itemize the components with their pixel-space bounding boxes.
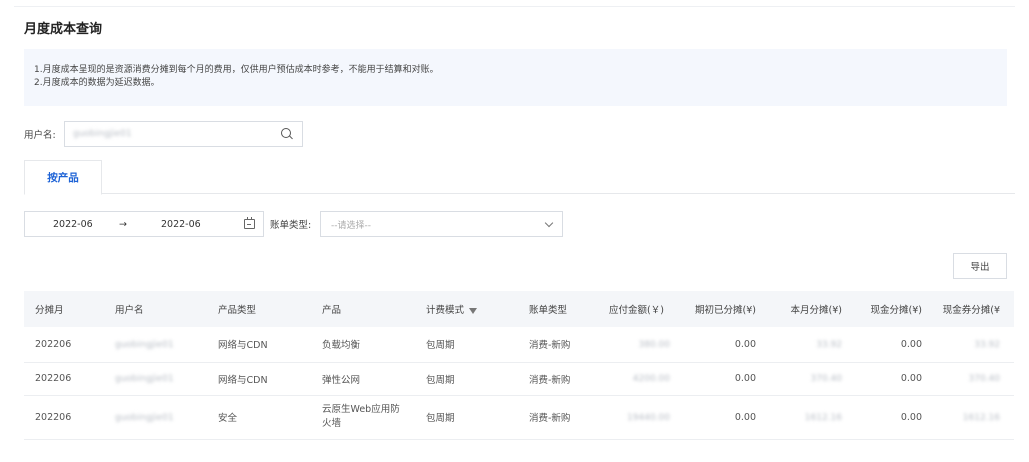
cell-bill-type: 消费-新购 [518,395,598,440]
col-header-monthly: 本月分摊(¥) [790,305,842,316]
cell-billing-mode: 包周期 [415,395,518,440]
filter-row: 2022-06 → 2022-06 账单类型: --请选择-- [24,211,563,237]
col-header-product: 产品 [322,305,342,316]
username-filter: 用户名: guobingjie01 [24,121,303,147]
date-start[interactable]: 2022-06 [53,219,119,230]
cell-cash: 0.00 [856,327,936,363]
notice-line-2: 2.月度成本的数据为延迟数据。 [34,78,160,88]
col-header-month: 分摊月 [35,305,64,316]
cell-billing-mode: 包周期 [415,362,518,396]
cell-username-value: guobingjie01 [115,412,174,423]
cell-bill-type: 消费-新购 [518,362,598,396]
cell-bill-type: 消费-新购 [518,327,598,363]
cell-product-type: 网络与CDN [207,362,311,396]
tab-bar: 按产品 [24,160,1015,195]
table-row: 202206 guobingjie01 安全 云原生Web应用防火墙 包周期 消… [24,395,1014,440]
cell-monthly-value: 1612.16 [804,412,842,423]
cell-payable: 380.00 [598,327,684,363]
search-icon[interactable] [280,127,294,141]
cell-coupon-value: 370.40 [968,374,1001,384]
cell-month: 202206 [24,362,104,396]
cell-product: 云原生Web应用防火墙 [311,395,415,440]
cell-month: 202206 [24,395,104,440]
cell-product: 负载均衡 [311,327,415,363]
cell-cash: 0.00 [856,362,936,396]
chevron-down-icon [544,218,554,227]
calendar-icon[interactable] [244,217,255,229]
cell-product: 弹性公网 [311,362,415,396]
cell-username: guobingjie01 [104,327,207,363]
username-input[interactable]: guobingjie01 [64,121,303,147]
col-header-payable: 应付金额(￥) [609,305,664,316]
username-label: 用户名: [24,130,56,141]
cell-coupon-value: 1612.16 [962,412,1000,423]
col-header-billing-mode[interactable]: 计费模式 [415,291,518,327]
bill-type-placeholder: --请选择-- [331,220,371,231]
cell-username: guobingjie01 [104,362,207,396]
notice-line-1: 1.月度成本呈现的是资源消费分摊到每个月的费用，仅供用户预估成本时参考，不能用于… [34,65,439,75]
cell-monthly: 370.40 [770,362,856,396]
cell-coupon: 370.40 [936,362,1014,396]
cost-table: 分摊月 用户名 产品类型 产品 计费模式 账单类型 应付金额(￥) 期初已分摊(… [24,291,1014,440]
col-header-opening: 期初已分摊(¥) [695,305,756,316]
cell-product-type: 安全 [207,395,311,440]
cell-username-value: guobingjie01 [115,339,174,350]
col-header-coupon: 现金券分摊(¥ [942,305,1000,316]
bill-type-label: 账单类型: [270,220,312,231]
billing-mode-label: 计费模式 [426,305,465,316]
cell-billing-mode: 包周期 [415,327,518,363]
monthly-cost-page: 月度成本查询 1.月度成本呈现的是资源消费分摊到每个月的费用，仅供用户预估成本时… [0,0,1029,462]
cell-coupon: 33.92 [936,327,1014,363]
tab-by-product[interactable]: 按产品 [24,160,102,195]
cell-monthly: 33.92 [770,327,856,363]
cell-opening: 0.00 [684,362,770,396]
date-range-arrow: → [119,218,127,230]
date-end[interactable]: 2022-06 [161,219,241,230]
cell-username: guobingjie01 [104,395,207,440]
cell-cash: 0.00 [856,395,936,440]
col-header-bill-type: 账单类型 [529,305,568,316]
username-value: guobingjie01 [73,129,132,139]
col-header-cash: 现金分摊(¥) [870,305,922,316]
cell-monthly-value: 370.40 [810,374,843,384]
cell-username-value: guobingjie01 [115,374,174,384]
cell-opening: 0.00 [684,395,770,440]
cell-opening: 0.00 [684,327,770,363]
cell-payable: 4200.00 [598,362,684,396]
date-range-picker[interactable]: 2022-06 → 2022-06 [24,211,264,237]
cell-payable-value: 380.00 [638,339,671,350]
notice-box: 1.月度成本呈现的是资源消费分摊到每个月的费用，仅供用户预估成本时参考，不能用于… [24,49,1007,106]
cell-coupon: 1612.16 [936,395,1014,440]
cell-month: 202206 [24,327,104,363]
top-divider [14,6,1015,7]
bill-type-select[interactable]: --请选择-- [320,211,563,237]
filter-icon[interactable] [469,307,478,314]
cell-product-type: 网络与CDN [207,327,311,363]
table-row: 202206 guobingjie01 网络与CDN 弹性公网 包周期 消费-新… [24,362,1014,396]
cell-payable-value: 19440.00 [627,412,670,423]
page-title: 月度成本查询 [24,22,103,37]
cell-payable: 19440.00 [598,395,684,440]
table-row: 202206 guobingjie01 网络与CDN 负载均衡 包周期 消费-新… [24,327,1014,363]
cell-monthly-value: 33.92 [816,339,842,350]
table-header-row: 分摊月 用户名 产品类型 产品 计费模式 账单类型 应付金额(￥) 期初已分摊(… [24,291,1014,327]
cell-monthly: 1612.16 [770,395,856,440]
cell-payable-value: 4200.00 [632,374,670,384]
export-button[interactable]: 导出 [953,253,1007,279]
cell-coupon-value: 33.92 [974,339,1000,350]
col-header-product-type: 产品类型 [218,305,257,316]
col-header-username: 用户名 [115,305,144,316]
